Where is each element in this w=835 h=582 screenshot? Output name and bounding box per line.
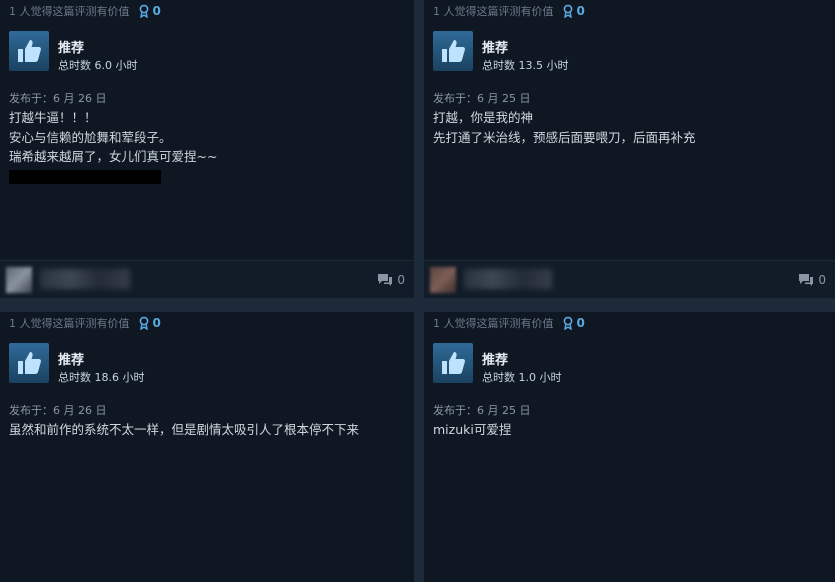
redacted-block bbox=[9, 169, 161, 184]
award-count: 0 bbox=[152, 316, 161, 330]
helpful-count: 1 人觉得这篇评测有价值 0 bbox=[9, 316, 161, 330]
comment-button[interactable]: 0 bbox=[798, 273, 826, 287]
comment-button[interactable]: 0 bbox=[377, 273, 405, 287]
author-name-blurred[interactable] bbox=[464, 269, 552, 289]
recommendation-title[interactable]: 推荐 bbox=[58, 349, 84, 368]
thumbs-up-icon[interactable] bbox=[433, 31, 473, 71]
award-button[interactable]: 0 bbox=[139, 316, 161, 330]
thumbs-up-icon[interactable] bbox=[9, 343, 49, 383]
avatar[interactable] bbox=[6, 267, 32, 293]
posted-date: 发布于：6 月 26 日 bbox=[9, 404, 107, 417]
award-button[interactable]: 0 bbox=[139, 4, 161, 18]
award-ribbon-icon bbox=[563, 4, 572, 18]
helpful-count: 1 人觉得这篇评测有价值 0 bbox=[433, 4, 585, 18]
author-name-blurred[interactable] bbox=[40, 269, 130, 289]
comment-count: 0 bbox=[397, 273, 405, 287]
review-text: 打越，你是我的神 先打通了米治线，预感后面要喂刀，后面再补充 bbox=[433, 110, 696, 145]
award-ribbon-icon bbox=[139, 316, 148, 330]
posted-date: 发布于：6 月 25 日 bbox=[433, 404, 531, 417]
posted-date: 发布于：6 月 26 日 bbox=[9, 92, 107, 105]
avatar[interactable] bbox=[430, 267, 456, 293]
review-card: 1 人觉得这篇评测有价值 0 推荐 总时数 13.5 小时 发布于：6 月 25… bbox=[424, 0, 835, 298]
award-count: 0 bbox=[152, 4, 161, 18]
playtime: 总时数 6.0 小时 bbox=[58, 59, 138, 72]
thumbs-up-icon[interactable] bbox=[9, 31, 49, 71]
review-text: 虽然和前作的系统不太一样，但是剧情太吸引人了根本停不下来 bbox=[9, 422, 360, 437]
award-ribbon-icon bbox=[139, 4, 148, 18]
award-count: 0 bbox=[576, 4, 585, 18]
review-text: mizuki可爱捏 bbox=[433, 422, 512, 437]
review-card: 1 人觉得这篇评测有价值 0 推荐 总时数 6.0 小时 发布于：6 月 26 … bbox=[0, 0, 414, 298]
helpful-count: 1 人觉得这篇评测有价值 0 bbox=[9, 4, 161, 18]
recommendation-title[interactable]: 推荐 bbox=[58, 37, 84, 56]
comment-count: 0 bbox=[818, 273, 826, 287]
recommendation-title[interactable]: 推荐 bbox=[482, 37, 508, 56]
comment-bubble-icon bbox=[799, 274, 814, 286]
playtime: 总时数 1.0 小时 bbox=[482, 371, 562, 384]
review-footer: 0 bbox=[0, 260, 414, 298]
comment-bubble-icon bbox=[378, 274, 393, 286]
review-text: 打越牛逼！！！ 安心与信赖的尬舞和荤段子。 瑞希越来越屑了，女儿们真可爱捏~~ bbox=[9, 108, 406, 184]
award-button[interactable]: 0 bbox=[563, 4, 585, 18]
review-footer: 0 bbox=[424, 260, 835, 298]
posted-date: 发布于：6 月 25 日 bbox=[433, 92, 531, 105]
playtime: 总时数 13.5 小时 bbox=[482, 59, 569, 72]
recommendation-title[interactable]: 推荐 bbox=[482, 349, 508, 368]
review-card: 1 人觉得这篇评测有价值 0 推荐 总时数 18.6 小时 发布于：6 月 26… bbox=[0, 312, 414, 582]
award-ribbon-icon bbox=[563, 316, 572, 330]
award-count: 0 bbox=[576, 316, 585, 330]
award-button[interactable]: 0 bbox=[563, 316, 585, 330]
helpful-count: 1 人觉得这篇评测有价值 0 bbox=[433, 316, 585, 330]
review-card: 1 人觉得这篇评测有价值 0 推荐 总时数 1.0 小时 发布于：6 月 25 … bbox=[424, 312, 835, 582]
thumbs-up-icon[interactable] bbox=[433, 343, 473, 383]
playtime: 总时数 18.6 小时 bbox=[58, 371, 145, 384]
